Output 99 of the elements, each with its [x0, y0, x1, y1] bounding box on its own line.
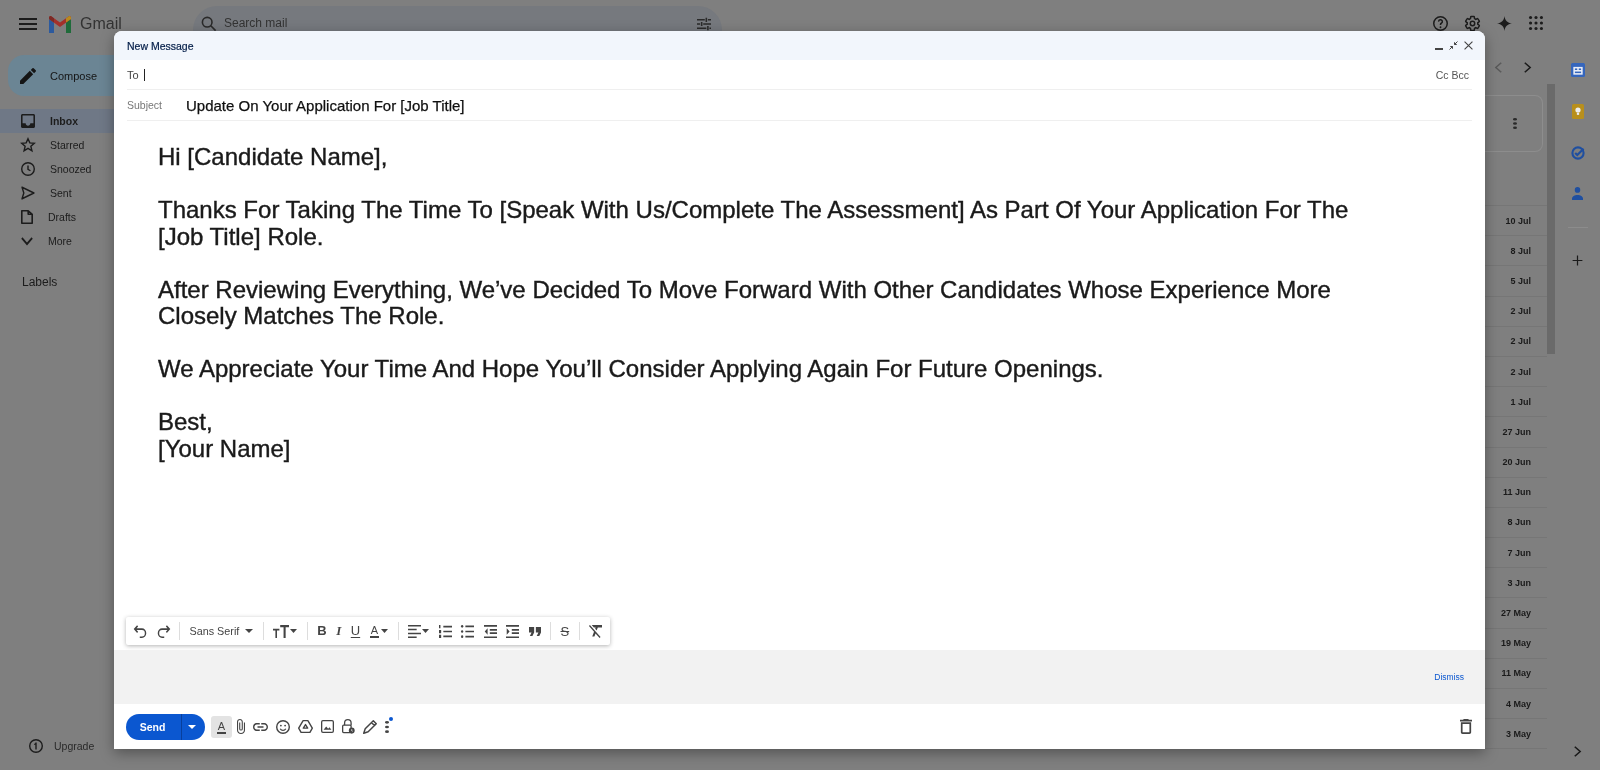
triangle-icon[interactable] [298, 720, 313, 733]
pen-icon[interactable] [363, 719, 377, 734]
date-label: 11 Jun [1503, 487, 1531, 498]
caret-icon [422, 629, 429, 633]
inbox-icon [21, 114, 35, 128]
text-size-icon[interactable] [273, 624, 290, 638]
bcc-link[interactable]: Bcc [1451, 68, 1469, 81]
subject-label: Subject [127, 99, 164, 111]
send-options-button[interactable] [181, 713, 205, 740]
signature-line: Best, [158, 409, 213, 436]
star-icon [21, 138, 35, 152]
sparkle-icon[interactable] [1497, 16, 1512, 31]
indent-more-icon[interactable] [506, 624, 519, 638]
clear-formatting-icon[interactable] [589, 624, 603, 638]
compose-button[interactable]: Compose [8, 55, 114, 96]
strikethrough-button[interactable]: S [560, 623, 570, 639]
date-label: 10 Jul [1505, 215, 1531, 226]
date-label: 20 Jun [1502, 457, 1531, 468]
filter-sliders-icon[interactable] [697, 17, 711, 31]
document-icon [21, 210, 33, 224]
date-label: 7 Jun [1507, 547, 1531, 558]
paperclip-icon[interactable] [237, 719, 245, 734]
sidebar-item[interactable]: Drafts [0, 205, 114, 229]
numbered-list-icon[interactable] [438, 624, 452, 638]
signature-line: [Your Name] [158, 435, 291, 462]
mail-logo-icon [49, 15, 71, 33]
date-label: 5 Jul [1510, 275, 1531, 286]
body-paragraph: After Reviewing Everything, We’ve Decided To Move Forward With Other Candidates Whose Experience More Closely Matches The Role. [158, 276, 1332, 330]
date-label: 2 Jul [1510, 366, 1531, 377]
indent-less-icon[interactable] [483, 624, 497, 638]
chevron-down-icon [21, 237, 33, 245]
undo-icon[interactable] [134, 624, 147, 638]
underline-button[interactable]: U [350, 624, 361, 638]
settings-icon[interactable] [1465, 16, 1480, 31]
compose-title: New Message [127, 39, 194, 52]
caret-icon [290, 629, 298, 633]
date-label: 27 Jun [1502, 426, 1531, 437]
image-icon[interactable] [321, 720, 334, 733]
upgrade-icon[interactable] [29, 739, 43, 753]
quote-icon[interactable] [528, 626, 541, 636]
date-label: 19 May [1500, 638, 1531, 649]
chevron-right-icon[interactable] [1524, 61, 1531, 73]
date-label: 8 Jul [1510, 245, 1531, 256]
apps-grid-icon[interactable] [1529, 16, 1543, 30]
lock-clock-icon[interactable] [342, 719, 355, 734]
send-icon [21, 186, 35, 200]
pencil-icon [20, 67, 36, 84]
more-vertical-icon[interactable] [385, 720, 389, 733]
dismiss-link[interactable]: Dismiss [1434, 672, 1464, 682]
body-paragraph: Thanks For Taking The Time To [Speak With Us/Complete The Assessment] As Part Of Your Application For The [Job Title] Role. [158, 197, 1350, 250]
caret-icon [245, 629, 254, 633]
italic-button[interactable]: I [336, 624, 342, 638]
calendar-icon[interactable] [1570, 63, 1585, 77]
font-select[interactable]: Sans Serif [189, 625, 254, 637]
app-name: Gmail [80, 15, 122, 33]
date-label: 8 Jun [1507, 517, 1531, 528]
sidebar-item[interactable]: More [0, 229, 114, 253]
exit-full-screen-icon[interactable] [1449, 41, 1458, 50]
emoji-icon[interactable] [276, 719, 290, 734]
check-circle-icon[interactable] [1570, 146, 1585, 160]
caret-icon [381, 629, 388, 633]
sidebar-item[interactable]: Inbox [0, 109, 114, 133]
trash-icon[interactable] [1460, 719, 1472, 734]
sidebar-item[interactable]: Starred [0, 133, 114, 157]
chevron-right-icon[interactable] [1574, 746, 1581, 757]
text-color-button[interactable]: A [369, 624, 388, 638]
body-paragraph: We Appreciate Your Time And Hope You’ll Consider Applying Again For Future Openings. [158, 356, 1105, 383]
search-icon[interactable] [202, 17, 216, 31]
date-label: 1 Jul [1510, 396, 1531, 407]
upgrade-link[interactable]: Upgrade [54, 740, 95, 752]
link-icon[interactable] [253, 722, 268, 731]
cc-link[interactable]: Cc [1435, 68, 1449, 81]
note-bulb-icon[interactable] [1571, 104, 1584, 119]
formatting-options-button[interactable]: A [211, 715, 232, 738]
date-label: 2 Jul [1510, 306, 1531, 317]
date-label: 27 May [1500, 608, 1531, 619]
align-left-icon[interactable] [408, 624, 421, 638]
to-label: To [127, 68, 139, 81]
date-label: 11 May [1501, 668, 1531, 679]
subject-field[interactable]: Update On Your Application For [Job Title] [186, 90, 1472, 120]
caret-icon [188, 724, 196, 729]
clock-icon [21, 162, 35, 176]
text-cursor-icon [143, 68, 145, 81]
date-label: 3 May [1506, 728, 1531, 739]
body-paragraph: Hi [Candidate Name], [158, 144, 389, 171]
bold-button[interactable]: B [317, 624, 327, 638]
help-icon[interactable] [1433, 16, 1448, 31]
labels-heading: Labels [21, 274, 58, 290]
plus-icon[interactable] [1572, 255, 1583, 266]
send-button[interactable]: Send [126, 713, 181, 740]
date-label: 3 Jun [1507, 577, 1531, 588]
close-icon[interactable] [1464, 41, 1473, 50]
date-label: 4 May [1506, 698, 1531, 709]
sidebar-item[interactable]: Snoozed [0, 157, 114, 181]
bulleted-list-icon[interactable] [461, 624, 474, 638]
menu-icon[interactable] [19, 18, 37, 30]
date-label: 2 Jul [1510, 336, 1531, 347]
sidebar-item[interactable]: Sent [0, 181, 114, 205]
redo-icon[interactable] [156, 624, 170, 638]
